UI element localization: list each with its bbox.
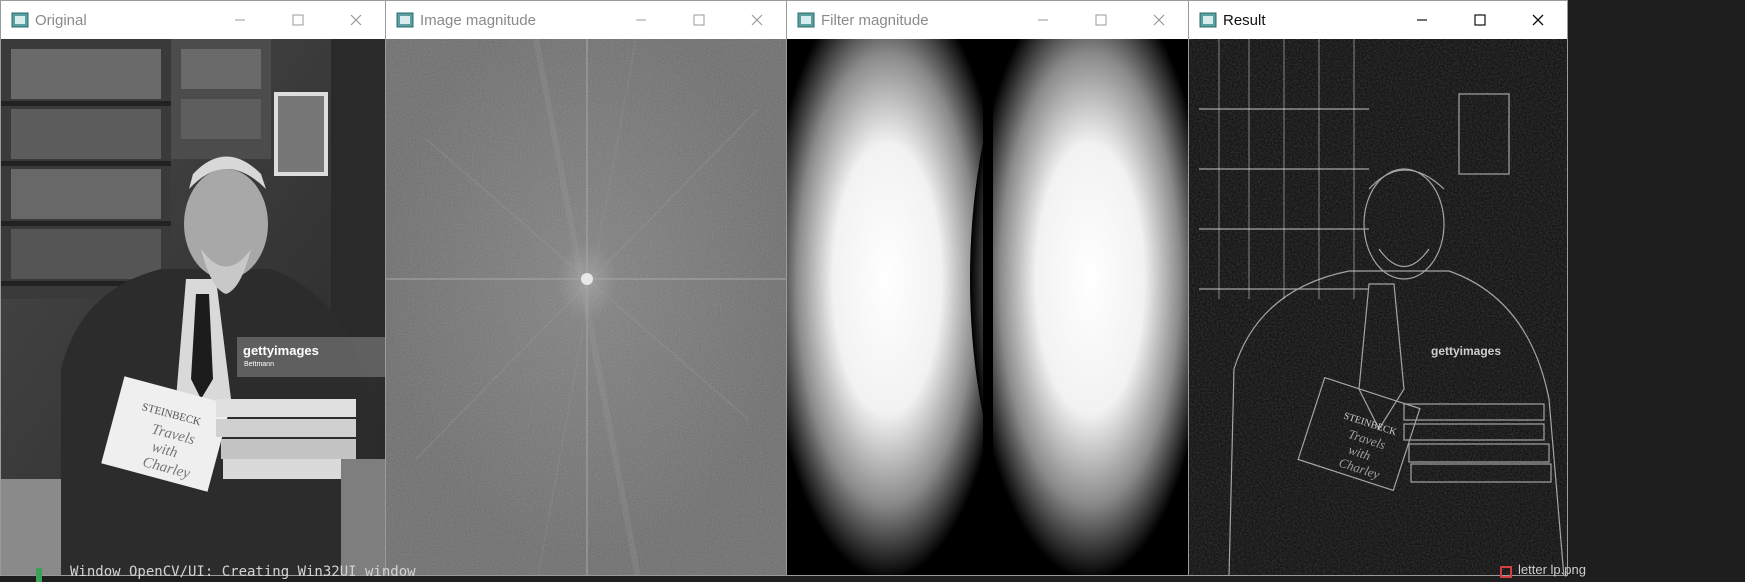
window-original[interactable]: Original STEINBECK Travels with Charley … [0, 0, 386, 576]
app-icon [11, 12, 29, 28]
window-title: Image magnitude [420, 11, 536, 29]
image-magnitude-spectrum [386, 39, 786, 575]
titlebar[interactable]: Image magnitude [386, 1, 786, 39]
window-title: Result [1223, 11, 1266, 29]
minimize-button[interactable] [211, 1, 269, 39]
taskbar-item-label[interactable]: letter lp.png [1518, 562, 1586, 577]
titlebar[interactable]: Original [1, 1, 385, 39]
close-button[interactable] [1509, 1, 1567, 39]
minimize-button[interactable] [612, 1, 670, 39]
filter-magnitude-image [787, 39, 1188, 575]
close-button[interactable] [327, 1, 385, 39]
maximize-button[interactable] [1451, 1, 1509, 39]
minimize-button[interactable] [1014, 1, 1072, 39]
watermark-text: gettyimages [243, 343, 319, 358]
console-gutter-marker [36, 568, 42, 582]
watermark-sub-text: Bettmann [244, 361, 274, 368]
titlebar[interactable]: Filter magnitude [787, 1, 1188, 39]
app-icon [396, 12, 414, 28]
titlebar[interactable]: Result [1189, 1, 1567, 39]
book-stack [216, 399, 363, 479]
window-filter-magnitude[interactable]: Filter magnitude [786, 0, 1189, 576]
console-output: Window OpenCV/UI: Creating Win32UI windo… [70, 564, 416, 580]
minimize-button[interactable] [1393, 1, 1451, 39]
window-image-magnitude[interactable]: Image magnitude [385, 0, 787, 576]
window-title: Filter magnitude [821, 11, 929, 29]
close-button[interactable] [1130, 1, 1188, 39]
result-image: gettyimages STEINBECK Travels with Charl… [1189, 39, 1567, 575]
maximize-button[interactable] [1072, 1, 1130, 39]
file-icon [1500, 566, 1512, 578]
app-icon [797, 12, 815, 28]
window-title: Original [35, 11, 87, 29]
app-icon [1199, 12, 1217, 28]
original-image: STEINBECK Travels with Charley gettyimag… [1, 39, 385, 575]
result-watermark-text: gettyimages [1431, 344, 1501, 358]
window-result[interactable]: Result gettyimages STEINBECK Travels wit… [1188, 0, 1568, 576]
maximize-button[interactable] [670, 1, 728, 39]
close-button[interactable] [728, 1, 786, 39]
maximize-button[interactable] [269, 1, 327, 39]
